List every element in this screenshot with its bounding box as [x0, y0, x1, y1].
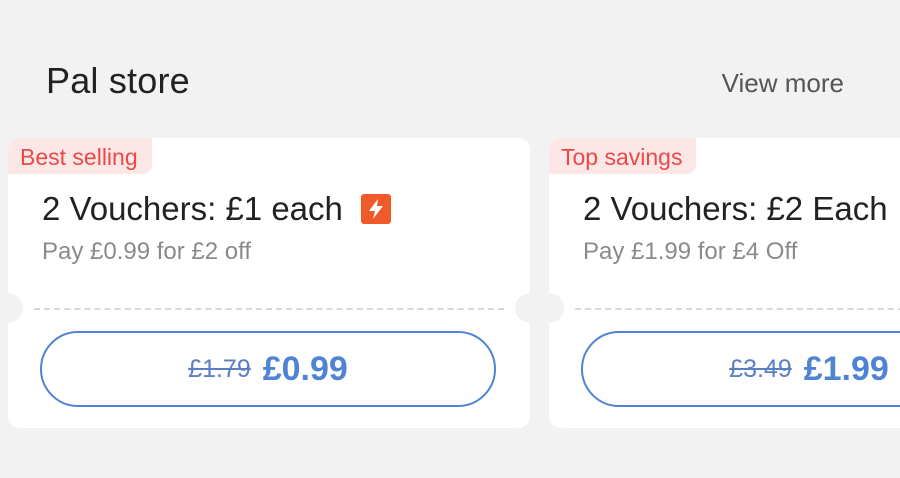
voucher-title-text: 2 Vouchers: £2 Each [583, 190, 888, 227]
dashed-divider [575, 308, 900, 310]
voucher-subtitle: Pay £0.99 for £2 off [42, 238, 252, 265]
ticket-notch [8, 293, 23, 323]
voucher-subtitle: Pay £1.99 for £4 Off [583, 238, 798, 265]
lightning-bolt-icon [360, 194, 391, 224]
voucher-card[interactable]: Best selling 2 Vouchers: £1 each Pay £0.… [8, 138, 530, 428]
pal-store-page: Pal store View more Best selling 2 Vouch… [0, 0, 900, 478]
sale-price: £1.99 [803, 349, 889, 388]
voucher-title: 2 Vouchers: £1 each [42, 190, 391, 228]
view-more-link[interactable]: View more [722, 68, 844, 99]
buy-price-button[interactable]: £3.49 £1.99 [581, 331, 900, 407]
voucher-title: 2 Vouchers: £2 Each [583, 190, 888, 228]
ticket-notch [515, 293, 530, 323]
dashed-divider [34, 308, 504, 310]
top-savings-badge: Top savings [549, 138, 697, 174]
voucher-card[interactable]: Top savings 2 Vouchers: £2 Each Pay £1.9… [549, 138, 900, 428]
voucher-title-text: 2 Vouchers: £1 each [42, 190, 343, 227]
best-selling-badge: Best selling [8, 138, 152, 174]
ticket-notch [549, 293, 564, 323]
buy-price-button[interactable]: £1.79 £0.99 [40, 331, 496, 407]
original-price: £1.79 [188, 354, 251, 383]
original-price: £3.49 [729, 354, 792, 383]
section-title: Pal store [46, 60, 190, 101]
sale-price: £0.99 [262, 349, 348, 388]
